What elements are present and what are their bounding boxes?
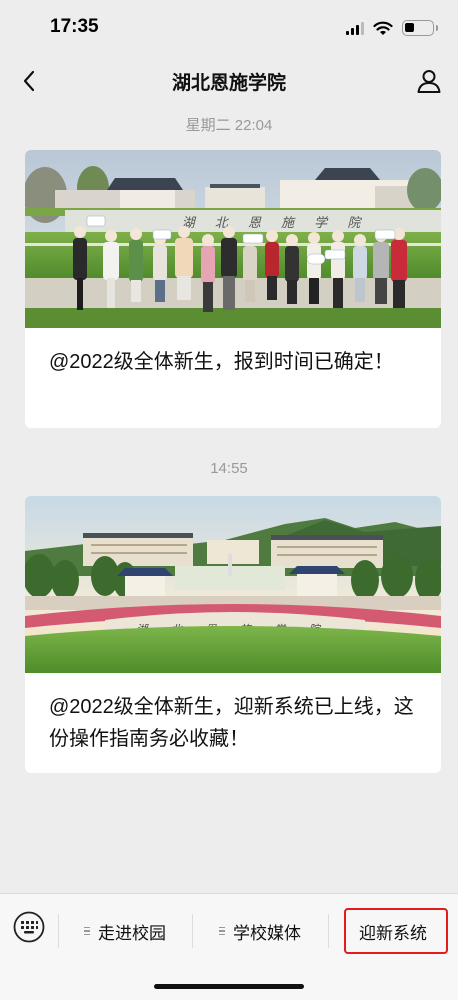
message-timestamp: 星期二 22:04 <box>185 117 273 134</box>
submenu-icon <box>219 926 225 936</box>
person-icon <box>417 70 441 93</box>
battery-icon <box>402 20 438 36</box>
status-time: 17:35 <box>50 16 99 37</box>
status-icons <box>346 19 438 37</box>
page-title: 湖北恩施学院 <box>171 73 286 94</box>
article-title: @2022级全体新生，迎新系统已上线，这份操作指南务必收藏！ <box>49 696 414 750</box>
nav-bar: 湖北恩施学院 <box>0 56 458 104</box>
campus-wall-text: 湖 北 恩 施 学 院 <box>182 215 369 231</box>
profile-button[interactable] <box>412 64 446 98</box>
wifi-icon <box>373 21 393 35</box>
keyboard-toggle-button[interactable] <box>12 910 46 944</box>
article-card[interactable]: 湖 北 恩 施 学 院 @2022级全体新生，迎新系统已上线，这份操作指南务必收… <box>25 496 441 773</box>
menu-item-campus[interactable]: 走进校园 <box>58 898 192 964</box>
menu-item-media[interactable]: 学校媒体 <box>192 898 328 964</box>
keyboard-icon <box>13 911 45 943</box>
menu-item-label: 走进校园 <box>98 923 166 943</box>
signal-icon <box>346 21 364 35</box>
message-timestamp: 14:55 <box>210 460 248 477</box>
article-cover-image: 湖 北 恩 施 学 院 <box>25 150 441 328</box>
article-cover-image: 湖 北 恩 施 学 院 <box>25 496 441 673</box>
menu-item-label: 学校媒体 <box>233 923 301 943</box>
home-indicator[interactable] <box>154 984 304 989</box>
submenu-icon <box>84 926 90 936</box>
highlight-annotation <box>344 908 448 954</box>
status-bar: 17:35 <box>0 0 458 56</box>
article-card[interactable]: 湖 北 恩 施 学 院 @2022级全体新生，报到时间已确定！ <box>25 150 441 428</box>
article-title: @2022级全体新生，报到时间已确定！ <box>49 351 394 373</box>
